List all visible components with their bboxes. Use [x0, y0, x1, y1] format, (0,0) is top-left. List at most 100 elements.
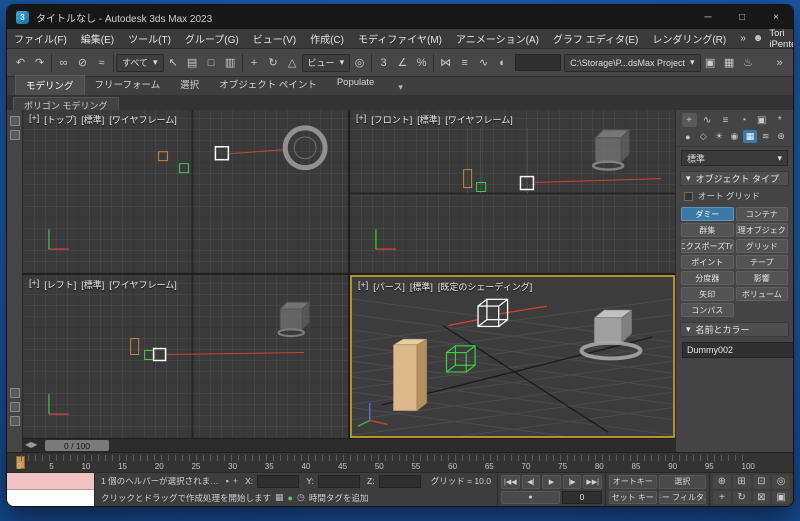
viewport-pov-label[interactable]: [フロント] — [371, 113, 412, 126]
next-frame-button[interactable]: |▶ — [563, 475, 582, 489]
maxscript-mini-listener[interactable] — [7, 473, 95, 506]
region-select-icon[interactable]: □ — [202, 52, 221, 74]
object-type-button[interactable]: コンパス — [681, 303, 734, 317]
select-scale-icon[interactable]: △ — [283, 52, 302, 74]
cameras-category-icon[interactable]: ◉ — [727, 130, 741, 143]
viewport-pov-label[interactable]: [トップ] — [44, 113, 76, 126]
ribbon-tab[interactable]: フリーフォーム — [85, 75, 171, 95]
ribbon-tab[interactable]: 選択 — [170, 75, 209, 95]
viewport-layout-tab[interactable] — [10, 402, 20, 412]
viewport-layout-tab[interactable] — [10, 130, 20, 140]
object-type-button[interactable]: テープ — [736, 255, 789, 269]
menu-item[interactable]: グラフ エディタ(E) — [546, 29, 645, 48]
set-key-button[interactable]: セット キー — [609, 491, 657, 505]
gizmo-x-axis[interactable] — [448, 320, 478, 326]
dummy-helper-ghost[interactable] — [593, 130, 629, 170]
object-type-button[interactable]: エクスポーズTm — [681, 239, 734, 253]
percent-snap-icon[interactable]: % — [412, 52, 431, 74]
render-setup-icon[interactable]: ▣ — [701, 52, 720, 74]
object-type-button[interactable]: ボリューム — [736, 287, 789, 301]
viewport-menu-plus[interactable]: [+] — [358, 280, 368, 293]
align-icon[interactable]: ≡ — [455, 52, 474, 74]
material-editor-icon[interactable]: ◐ — [493, 52, 512, 74]
reference-coordinate-dropdown[interactable]: ビュー ▾ — [302, 54, 351, 72]
selected-object-wire[interactable] — [154, 349, 166, 361]
menu-overflow-chevron[interactable]: » — [733, 29, 753, 48]
shapes-category-icon[interactable]: ◇ — [696, 130, 710, 143]
selection-lock-icon[interactable]: ▪ — [226, 476, 229, 486]
box-shaded-tan[interactable] — [393, 339, 426, 411]
key-filters-button[interactable]: キー フィルタ... — [659, 491, 707, 505]
isolate-selection-icon[interactable]: ▦ — [275, 492, 284, 503]
macro-recorder-pane[interactable] — [7, 473, 94, 490]
maximize-button[interactable]: □ — [725, 5, 759, 29]
menu-item[interactable]: 作成(C) — [303, 29, 351, 48]
box-wire-orange[interactable] — [131, 339, 139, 355]
go-to-start-button[interactable]: |◀◀ — [501, 475, 520, 489]
viewport-style-label[interactable]: [標準] — [81, 278, 104, 291]
viewport-shading-label[interactable]: [ワイヤフレーム] — [445, 113, 512, 126]
object-type-button[interactable]: 影響 — [736, 271, 789, 285]
geometry-category-icon[interactable]: ● — [681, 130, 695, 143]
z-coordinate-input[interactable] — [379, 475, 421, 488]
select-object-icon[interactable]: ↖ — [164, 52, 183, 74]
x-coordinate-input[interactable] — [257, 475, 299, 488]
menu-item[interactable]: ファイル(F) — [7, 29, 74, 48]
viewport-style-label[interactable]: [標準] — [410, 280, 433, 293]
ribbon-tab[interactable]: オブジェクト ペイント — [209, 75, 327, 95]
snap-toggle-icon[interactable]: 3 — [374, 52, 393, 74]
project-folder-dropdown[interactable]: C:\Storage\P...dsMax Project ▾ — [564, 54, 700, 72]
utilities-tab-icon[interactable]: * — [772, 113, 787, 127]
viewport-style-label[interactable]: [標準] — [417, 113, 440, 126]
menu-item[interactable]: 編集(E) — [74, 29, 121, 48]
helper-category-dropdown[interactable]: 標準 ▾ — [681, 150, 788, 166]
ribbon-tab[interactable]: Populate — [327, 75, 385, 95]
object-name-input[interactable] — [682, 342, 794, 358]
mirror-icon[interactable]: ⋈ — [436, 52, 455, 74]
menu-item[interactable]: グループ(G) — [178, 29, 246, 48]
display-tab-icon[interactable]: ▣ — [754, 113, 769, 127]
create-tab-icon[interactable]: + — [682, 113, 697, 127]
auto-key-button[interactable]: オートキー — [609, 475, 657, 489]
box-wire-orange[interactable] — [159, 152, 168, 161]
key-mode-toggle[interactable]: ● — [501, 491, 560, 505]
select-by-name-icon[interactable]: ▤ — [183, 52, 202, 74]
viewport-shading-label[interactable]: [ワイヤフレーム] — [109, 278, 176, 291]
viewport-style-label[interactable]: [標準] — [81, 113, 104, 126]
object-type-button[interactable]: コンテナ — [736, 207, 789, 221]
object-type-button[interactable]: ポイント — [681, 255, 734, 269]
time-slider-handle[interactable]: 0 / 100 — [45, 440, 109, 451]
menu-item[interactable]: レンダリング(R) — [645, 29, 733, 48]
time-slider-arrows-icon[interactable]: ◀▶ — [25, 440, 37, 449]
dummy-helper-ghost[interactable] — [279, 302, 310, 336]
helpers-category-icon[interactable]: ▦ — [743, 130, 757, 143]
select-rotate-icon[interactable]: ↻ — [264, 52, 283, 74]
go-to-end-button[interactable]: ▶▶| — [583, 475, 602, 489]
maximize-viewport-icon[interactable]: ▣ — [772, 491, 790, 505]
close-button[interactable]: × — [759, 5, 793, 29]
viewport-menu-plus[interactable]: [+] — [29, 113, 39, 126]
use-pivot-center-icon[interactable]: ◎ — [350, 52, 369, 74]
add-time-tag[interactable]: 時間タグを追加 — [309, 492, 369, 504]
orbit-icon[interactable]: ↻ — [733, 491, 751, 505]
menu-item[interactable]: ツール(T) — [121, 29, 178, 48]
toolbar-overflow-chevron[interactable]: » — [770, 52, 789, 74]
signed-in-user[interactable]: Tori iPentec — [769, 28, 794, 50]
viewport-shading-label[interactable]: [既定のシェーディング] — [438, 280, 532, 293]
previous-frame-button[interactable]: ◀| — [522, 475, 541, 489]
gizmo-x-axis[interactable] — [500, 306, 547, 314]
viewport-pov-label[interactable]: [パース] — [373, 280, 405, 293]
selected-object-wire[interactable] — [520, 177, 533, 190]
viewport-left[interactable]: [+] [レフト] [標準] [ワイヤフレーム] — [23, 275, 348, 438]
named-selection-input[interactable] — [515, 54, 561, 71]
hierarchy-tab-icon[interactable]: ≡ — [718, 113, 733, 127]
object-type-button[interactable]: 群集 — [681, 223, 734, 237]
object-type-button[interactable]: ダミー — [681, 207, 734, 221]
minimize-button[interactable]: ─ — [691, 5, 725, 29]
transform-mode-icon[interactable]: + — [233, 476, 238, 486]
zoom-all-icon[interactable]: ⊞ — [733, 475, 751, 489]
selected-dropdown[interactable]: 選択 — [659, 475, 707, 489]
current-frame-input[interactable] — [562, 491, 602, 505]
autogrid-checkbox[interactable] — [684, 192, 693, 201]
bind-spacewarp-icon[interactable]: ≈ — [92, 52, 111, 74]
